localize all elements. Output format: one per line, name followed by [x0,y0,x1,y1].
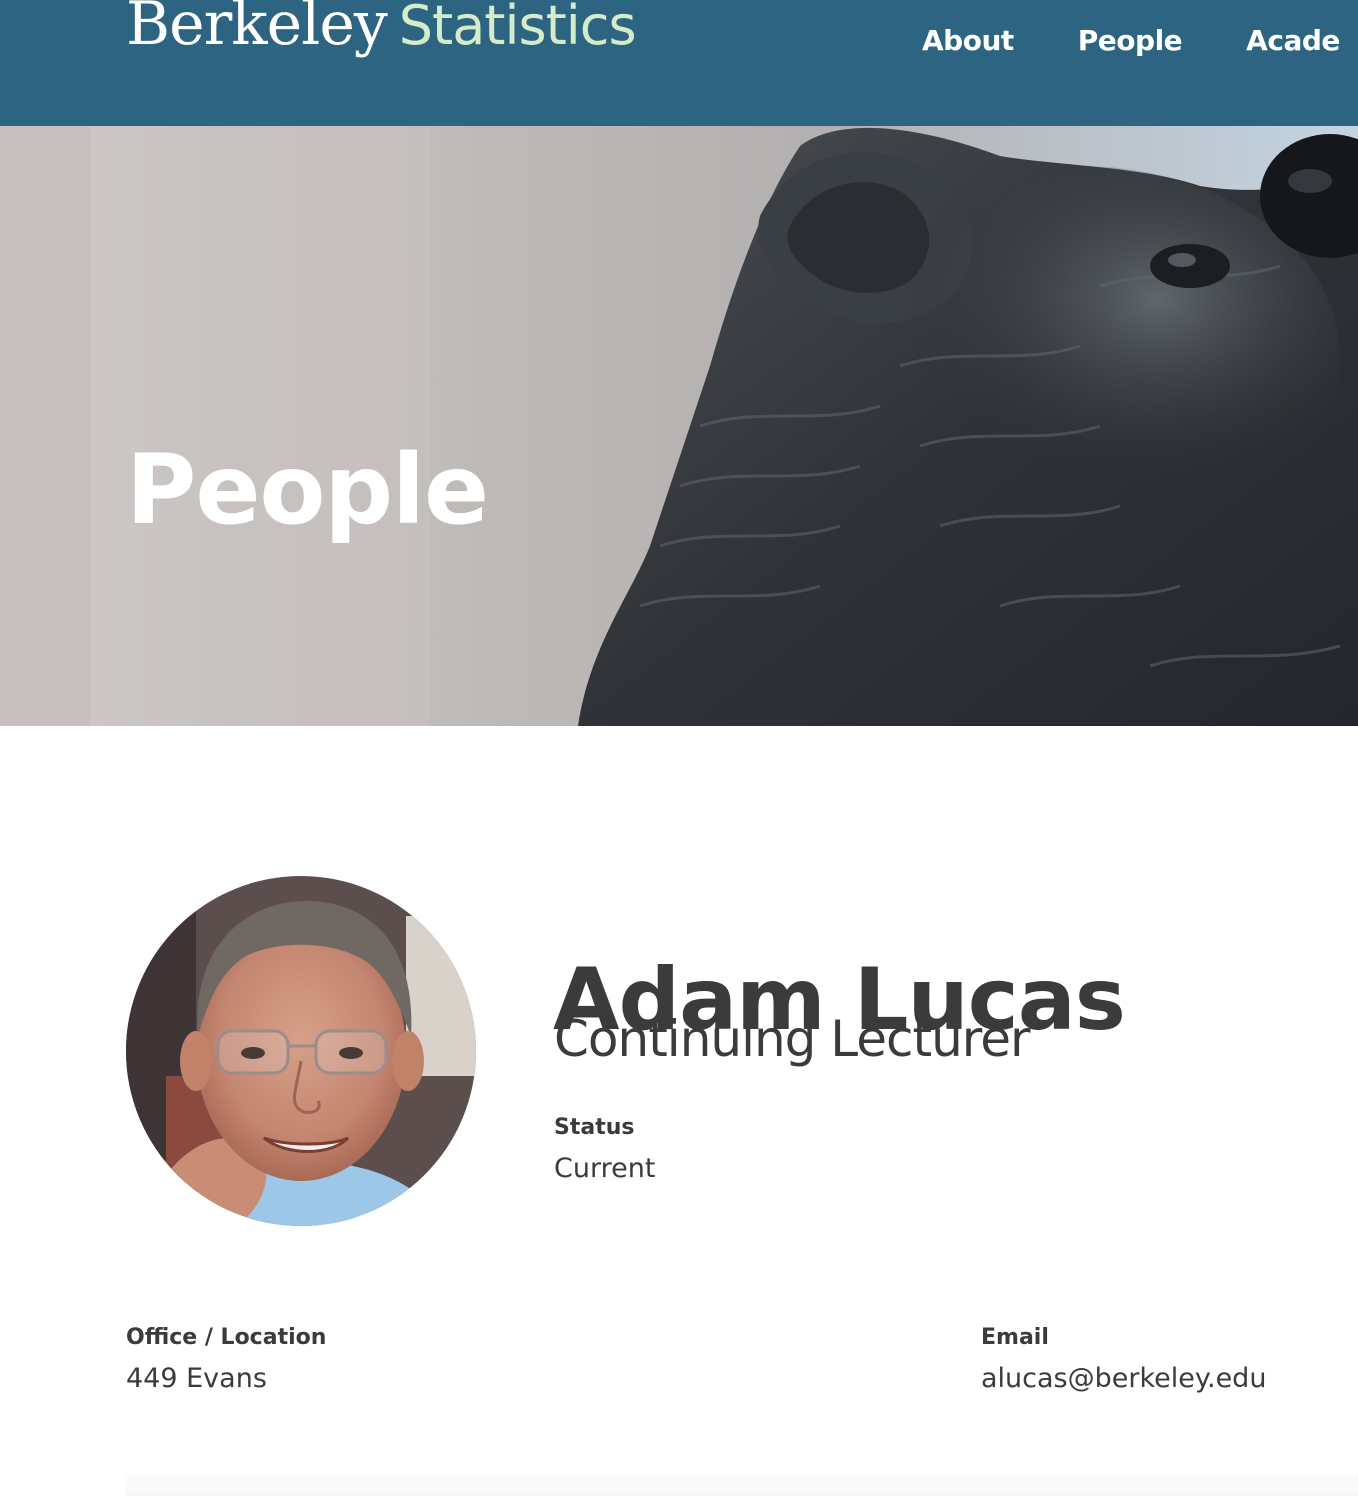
status-value: Current [554,1153,656,1184]
site-logo[interactable]: Berkeley Statistics [126,0,637,57]
main-nav: About People Acade [922,24,1340,57]
bear-statue-image [0,126,1358,726]
office-value: 449 Evans [126,1363,267,1394]
nav-about[interactable]: About [922,24,1014,57]
brand-name: Berkeley [126,0,388,59]
section-divider [126,1468,1358,1496]
hero-banner: People [0,126,1358,726]
brand-department: Statistics [398,0,637,57]
profile-photo [126,876,476,1226]
site-header: Berkeley Statistics About People Acade [0,0,1358,126]
person-title: Continuing Lecturer [554,1010,1031,1068]
nav-people[interactable]: People [1078,24,1183,57]
office-label: Office / Location [126,1325,327,1350]
email-label: Email [981,1325,1049,1350]
page-title: People [126,434,489,547]
status-label: Status [554,1115,635,1140]
email-link[interactable]: alucas@berkeley.edu [981,1365,1266,1392]
nav-academics[interactable]: Acade [1246,24,1340,57]
